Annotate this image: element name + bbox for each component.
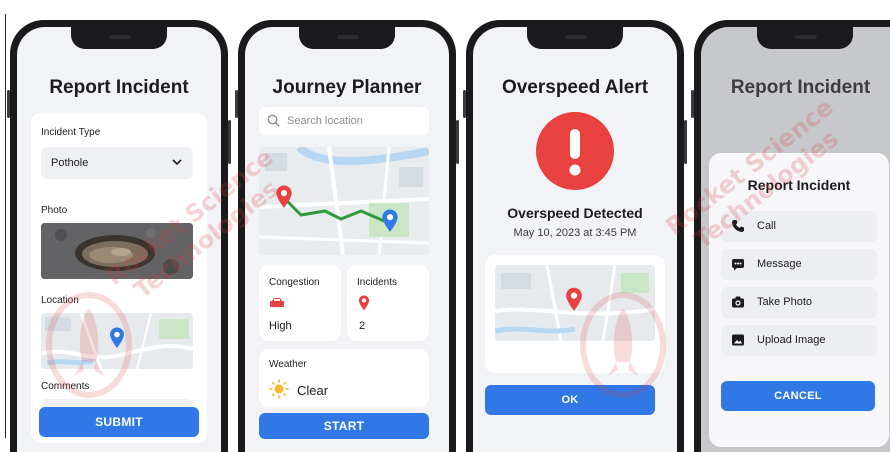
origin-pin-icon — [276, 185, 292, 208]
search-input[interactable]: Search location — [259, 107, 429, 135]
photo-label: Photo — [41, 205, 68, 216]
overspeed-map-card — [485, 255, 665, 373]
phone-notch — [299, 27, 395, 49]
phone-report-incident: Report Incident Incident Type Pothole Ph… — [7, 20, 231, 452]
option-label: Message — [757, 258, 802, 270]
search-icon — [267, 114, 280, 130]
report-menu-screen: Report Incident Report Incident Call Mes… — [701, 27, 890, 452]
option-take-photo[interactable]: Take Photo — [721, 287, 877, 318]
incidents-value: 2 — [359, 320, 366, 332]
location-pin-icon — [110, 327, 124, 348]
chevron-down-icon — [171, 155, 183, 172]
incident-type-label: Incident Type — [41, 127, 101, 138]
incidents-card: Incidents 2 — [347, 265, 429, 341]
option-call[interactable]: Call — [721, 211, 877, 242]
congestion-label: Congestion — [269, 277, 320, 288]
report-options-sheet: Report Incident Call Message Take Photo — [709, 153, 889, 447]
incident-type-select[interactable]: Pothole — [41, 147, 193, 179]
sun-icon — [269, 379, 289, 399]
location-map[interactable] — [41, 313, 193, 369]
planner-screen: Journey Planner Search location Congesti… — [245, 27, 449, 452]
incident-pin-icon — [358, 295, 370, 311]
report-screen: Report Incident Incident Type Pothole Ph… — [17, 27, 221, 452]
camera-icon — [731, 295, 745, 312]
option-message[interactable]: Message — [721, 249, 877, 280]
weather-label: Weather — [269, 359, 307, 370]
congestion-value: High — [269, 320, 292, 332]
page-edge-line — [5, 14, 6, 438]
weather-card: Weather Clear — [259, 349, 429, 407]
submit-button[interactable]: SUBMIT — [39, 407, 199, 437]
page-title: Overspeed Alert — [501, 77, 649, 98]
phone-report-menu: Report Incident Report Incident Call Mes… — [691, 20, 890, 452]
phone-overspeed-alert: Overspeed Alert Overspeed Detected May 1… — [463, 20, 687, 452]
cancel-button[interactable]: CANCEL — [721, 381, 875, 411]
search-placeholder: Search location — [287, 115, 363, 127]
overspeed-pin-icon — [566, 287, 582, 311]
overspeed-heading: Overspeed Detected — [507, 205, 643, 221]
alert-icon — [536, 112, 614, 190]
start-button[interactable]: START — [259, 413, 429, 439]
page-title: Journey Planner — [272, 77, 422, 98]
weather-value: Clear — [297, 383, 329, 398]
comments-label: Comments — [41, 381, 90, 392]
image-icon — [731, 333, 745, 350]
option-upload-image[interactable]: Upload Image — [721, 325, 877, 356]
route-map[interactable] — [259, 147, 429, 255]
phone-notch — [71, 27, 167, 49]
overspeed-map[interactable] — [495, 265, 655, 341]
option-label: Upload Image — [757, 334, 826, 346]
incident-type-value: Pothole — [51, 157, 89, 169]
overspeed-datetime: May 10, 2023 at 3:45 PM — [513, 227, 637, 239]
pothole-photo[interactable] — [41, 223, 193, 279]
option-label: Take Photo — [757, 296, 813, 308]
congestion-card: Congestion High — [259, 265, 341, 341]
destination-pin-icon — [382, 209, 398, 232]
page-title: Report Incident — [49, 77, 189, 98]
phone-notch — [527, 27, 623, 49]
phone-journey-planner: Journey Planner Search location Congesti… — [235, 20, 459, 452]
sheet-title: Report Incident — [747, 177, 851, 193]
location-label: Location — [41, 295, 79, 306]
message-icon — [731, 257, 745, 274]
phone-notch — [757, 27, 853, 49]
incidents-label: Incidents — [357, 277, 398, 288]
overspeed-screen: Overspeed Alert Overspeed Detected May 1… — [473, 27, 677, 452]
report-form-card: Incident Type Pothole Photo Location Com… — [31, 113, 207, 443]
car-icon — [270, 298, 284, 307]
option-label: Call — [757, 220, 776, 232]
phone-icon — [731, 219, 745, 236]
ok-button[interactable]: OK — [485, 385, 655, 415]
